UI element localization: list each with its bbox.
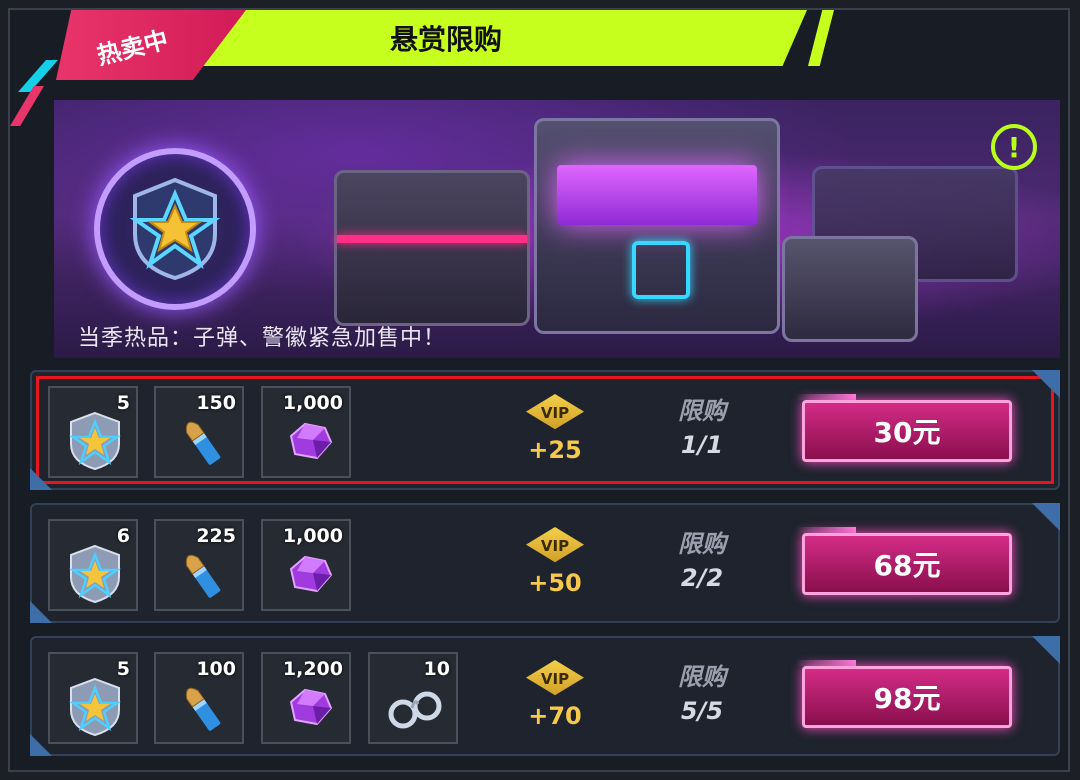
purple-gem-icon xyxy=(277,676,339,738)
page-title: 悬赏限购 xyxy=(389,23,502,56)
vip-icon: VIP xyxy=(526,394,584,430)
treasure-chest-small-image xyxy=(782,236,918,342)
buy-button[interactable]: 30元 xyxy=(802,400,1012,462)
buy-button[interactable]: 98元 xyxy=(802,666,1012,728)
item-slot[interactable]: 10 xyxy=(368,652,458,744)
title-bar: 悬赏限购 xyxy=(195,10,807,66)
police-badge-emblem xyxy=(94,148,256,310)
item-count: 100 xyxy=(196,658,236,680)
treasure-chest-open-image xyxy=(534,118,780,334)
vip-bonus-value: +50 xyxy=(528,569,582,597)
bullet-icon xyxy=(170,543,232,605)
buy-button[interactable]: 68元 xyxy=(802,533,1012,595)
item-count: 1,000 xyxy=(282,525,343,547)
item-count: 225 xyxy=(196,525,236,547)
police-badge-icon xyxy=(64,676,126,738)
item-count: 5 xyxy=(116,392,130,414)
purple-gem-icon xyxy=(277,410,339,472)
police-badge-icon xyxy=(64,410,126,472)
row-corner-accent xyxy=(1032,636,1060,664)
vip-icon: VIP xyxy=(526,527,584,563)
vip-icon: VIP xyxy=(526,660,584,696)
bullet-icon xyxy=(170,410,232,472)
offer-row: 6 225 1,000 VIP +50 限购 2/2 68元 xyxy=(30,503,1060,623)
bullet-icon xyxy=(170,676,232,738)
item-count: 1,200 xyxy=(282,658,343,680)
handcuffs-icon xyxy=(384,676,446,738)
item-count: 1,000 xyxy=(282,392,343,414)
hot-sale-label: 热卖中 xyxy=(94,25,171,70)
purchase-limit-count: 2/2 xyxy=(680,564,724,592)
item-slot[interactable]: 5 xyxy=(48,386,138,478)
item-slot[interactable]: 225 xyxy=(154,519,244,611)
police-badge-icon xyxy=(64,543,126,605)
item-slot[interactable]: 100 xyxy=(154,652,244,744)
purchase-limit-label: 限购 xyxy=(678,397,726,425)
item-count: 6 xyxy=(116,525,130,547)
vip-bonus: VIP +70 xyxy=(520,660,590,730)
item-slot[interactable]: 1,000 xyxy=(261,386,351,478)
row-corner-accent xyxy=(1032,370,1060,398)
purchase-limit: 限购 2/2 xyxy=(662,527,742,595)
item-slot[interactable]: 150 xyxy=(154,386,244,478)
offer-row: 5 100 1,200 10 VIP +70 限购 5/5 98元 xyxy=(30,636,1060,756)
info-alert-icon[interactable]: ! xyxy=(991,124,1037,170)
item-count: 10 xyxy=(423,658,450,680)
purple-gem-icon xyxy=(277,543,339,605)
purchase-limit-count: 5/5 xyxy=(680,697,724,725)
banner-caption: 当季热品：子弹、警徽紧急加售中！ xyxy=(78,326,447,351)
purchase-limit-label: 限购 xyxy=(678,663,726,691)
item-slot[interactable]: 1,200 xyxy=(261,652,351,744)
item-slot[interactable]: 5 xyxy=(48,652,138,744)
purchase-limit: 限购 1/1 xyxy=(662,394,742,462)
vip-bonus-value: +70 xyxy=(528,702,582,730)
item-count: 150 xyxy=(196,392,236,414)
item-count: 5 xyxy=(116,658,130,680)
vip-bonus: VIP +25 xyxy=(520,394,590,464)
purchase-limit: 限购 5/5 xyxy=(662,660,742,728)
vip-bonus-value: +25 xyxy=(528,436,582,464)
treasure-chest-image xyxy=(334,170,530,326)
row-corner-accent xyxy=(1032,503,1060,531)
purchase-limit-label: 限购 xyxy=(678,530,726,558)
offer-row: 5 150 1,000 VIP +25 限购 1/1 30元 xyxy=(30,370,1060,490)
promo-banner: 当季热品：子弹、警徽紧急加售中！ ! xyxy=(54,100,1060,358)
item-slot[interactable]: 6 xyxy=(48,519,138,611)
item-slot[interactable]: 1,000 xyxy=(261,519,351,611)
purchase-limit-count: 1/1 xyxy=(680,431,724,459)
vip-bonus: VIP +50 xyxy=(520,527,590,597)
police-badge-icon xyxy=(129,177,221,281)
